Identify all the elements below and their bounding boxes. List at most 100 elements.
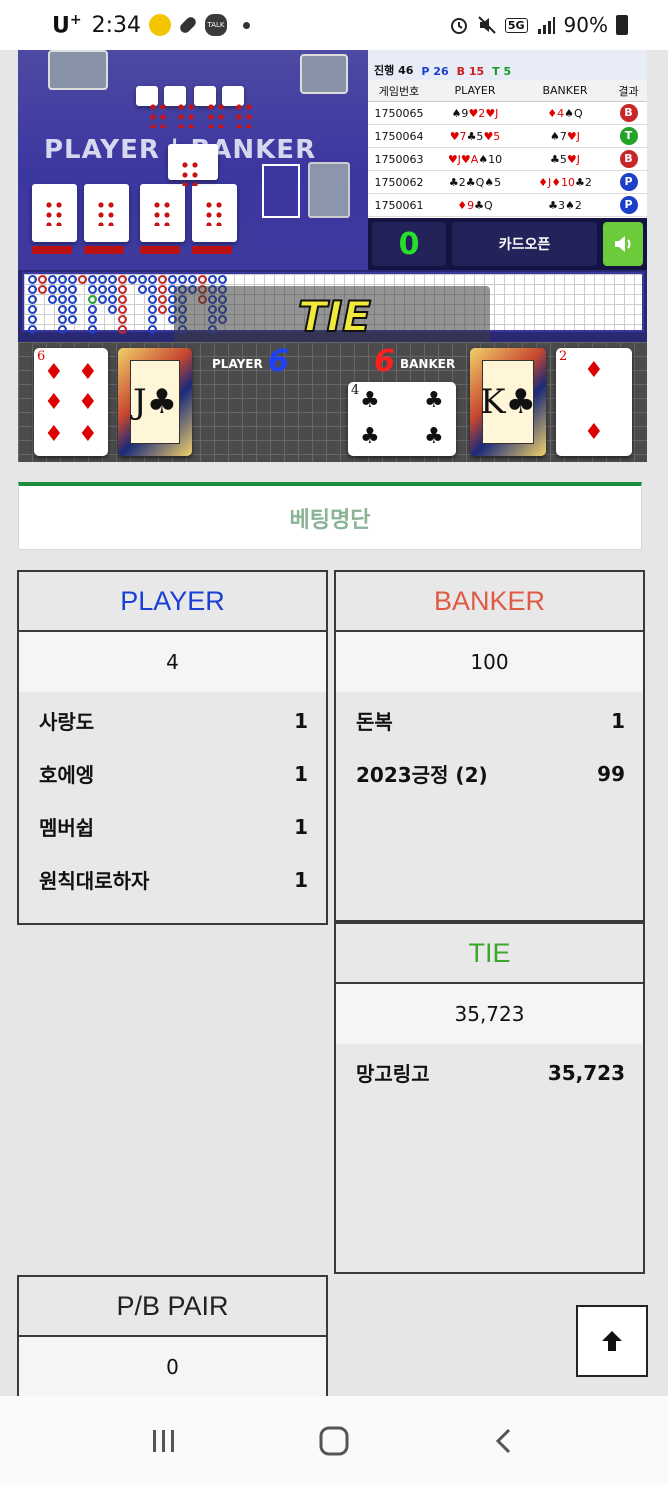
carrier-label: U+ bbox=[52, 11, 82, 39]
overlay-result-text: TIE bbox=[297, 291, 372, 342]
history-player-cards: ♣2♣Q♠5 bbox=[448, 175, 502, 189]
road-bead bbox=[178, 275, 187, 284]
signal-icon bbox=[537, 17, 555, 34]
table-card bbox=[222, 86, 254, 128]
road-bead bbox=[58, 305, 67, 314]
bettor-name: 사랑도 bbox=[39, 710, 95, 734]
banker-total: 100 bbox=[336, 632, 643, 692]
road-bead bbox=[98, 295, 107, 304]
speaker-icon bbox=[615, 236, 631, 252]
history-row: 1750062 ♣2♣Q♠5 ♦J♦10♣2 P bbox=[368, 171, 647, 194]
road-bead bbox=[148, 325, 157, 334]
road-bead bbox=[48, 275, 57, 284]
mute-icon bbox=[478, 16, 496, 34]
road-bead bbox=[118, 295, 127, 304]
road-bead bbox=[98, 275, 107, 284]
card-slot bbox=[32, 246, 72, 254]
home-icon[interactable] bbox=[317, 1424, 351, 1458]
card-slot bbox=[84, 246, 124, 254]
discard-tray bbox=[300, 54, 348, 94]
road-bead bbox=[28, 315, 37, 324]
video-player-card bbox=[32, 184, 77, 242]
road-bead bbox=[68, 295, 77, 304]
banker-win-count: B 15 bbox=[456, 65, 485, 78]
road-bead bbox=[28, 295, 37, 304]
banker-card-1: 4 ♣ ♣ ♣ ♣ bbox=[348, 382, 456, 456]
road-bead bbox=[148, 285, 157, 294]
card-shoe bbox=[48, 50, 108, 90]
bettor-name: 돈복 bbox=[356, 710, 393, 734]
pair-panel-title: P/B PAIR bbox=[19, 1277, 326, 1337]
road-bead bbox=[28, 285, 37, 294]
player-total: 4 bbox=[19, 632, 326, 692]
road-bead bbox=[158, 275, 167, 284]
network-type: 5G bbox=[504, 17, 528, 33]
road-bead bbox=[88, 295, 97, 304]
result-badge: B bbox=[619, 104, 638, 122]
status-bar: U+ 2:34 TALK 5G 90% bbox=[0, 0, 668, 50]
road-bead bbox=[48, 295, 57, 304]
result-badge: B bbox=[619, 150, 638, 168]
bet-row: 멤버쉽 1 bbox=[19, 800, 326, 853]
bet-row: 호에엥 1 bbox=[19, 747, 326, 800]
road-bead bbox=[148, 275, 157, 284]
history-player-cards: ♥7♣5♥5 bbox=[449, 129, 501, 143]
battery-icon bbox=[616, 15, 628, 35]
video-banker-card bbox=[192, 184, 237, 242]
history-banker-cards: ♣3♠2 bbox=[548, 198, 582, 212]
road-bead bbox=[118, 305, 127, 314]
player-bet-list: 사랑도 1 호에엥 1 멤버쉽 1 원칙대로하자 1 bbox=[19, 692, 326, 906]
tie-total: 35,723 bbox=[336, 984, 643, 1044]
banker-card-2: K ♣ bbox=[470, 348, 546, 456]
road-bead bbox=[48, 285, 57, 294]
pair-bets-panel: P/B PAIR 0 bbox=[17, 1275, 328, 1415]
bettor-name: 망고링고 bbox=[356, 1062, 430, 1086]
road-bead bbox=[198, 275, 207, 284]
history-player-cards: ♠9♥2♥J bbox=[451, 106, 499, 120]
history-result-cell: B bbox=[610, 150, 647, 168]
road-bead bbox=[88, 275, 97, 284]
road-bead bbox=[108, 275, 117, 284]
road-bead bbox=[58, 295, 67, 304]
history-col-result: 결과 bbox=[618, 84, 639, 98]
bet-amount: 1 bbox=[294, 761, 308, 786]
banker-score: 6 bbox=[374, 344, 395, 379]
history-game-id: 1750065 bbox=[374, 106, 424, 120]
road-bead bbox=[28, 325, 37, 334]
more-notifications-dot-icon bbox=[243, 21, 251, 29]
history-player-cards: ♥J♥A♠10 bbox=[447, 152, 503, 166]
card-open-button[interactable]: 카드오픈 bbox=[452, 222, 597, 266]
history-result-cell: B bbox=[610, 104, 647, 122]
back-icon[interactable] bbox=[489, 1426, 519, 1456]
road-bead bbox=[188, 275, 197, 284]
history-row: 1750065 ♠9♥2♥J ♦4♠Q B bbox=[368, 102, 647, 125]
road-bead bbox=[58, 315, 67, 324]
player-score: 6 bbox=[268, 344, 289, 379]
scroll-to-top-button[interactable] bbox=[576, 1305, 648, 1377]
game-progress-bar: 진행 46 P 26 B 15 T 5 bbox=[368, 50, 647, 80]
talk-icon: TALK bbox=[205, 14, 228, 36]
arrow-up-icon bbox=[602, 1331, 622, 1351]
history-result-cell: T bbox=[610, 127, 647, 145]
bet-amount: 1 bbox=[294, 708, 308, 733]
bettor-name: 원칙대로하자 bbox=[39, 869, 150, 893]
live-video: PLAYER | BANKER bbox=[18, 50, 368, 270]
road-bead bbox=[168, 275, 177, 284]
road-bead bbox=[148, 305, 157, 314]
road-bead bbox=[38, 285, 47, 294]
road-bead bbox=[148, 315, 157, 324]
player-side-label: PLAYER bbox=[212, 357, 263, 371]
dealt-cards-area: 6 ♦ ♦ ♦ ♦ ♦ ♦ J ♣ PLAYER 6 6 BANKER 4 ♣ ♣… bbox=[18, 342, 647, 462]
history-banker-cards: ♠7♥J bbox=[550, 129, 580, 143]
recent-apps-icon[interactable] bbox=[149, 1426, 179, 1456]
tie-bets-panel: TIE 35,723 망고링고 35,723 bbox=[334, 922, 645, 1274]
player-card-1: 6 ♦ ♦ ♦ ♦ ♦ ♦ bbox=[34, 348, 108, 456]
bettor-name: 멤버쉽 bbox=[39, 816, 95, 840]
road-bead bbox=[108, 285, 117, 294]
sound-toggle-button[interactable] bbox=[603, 222, 643, 266]
history-result-cell: P bbox=[610, 196, 647, 214]
road-bead bbox=[218, 275, 227, 284]
game-view: PLAYER | BANKER 진행 46 P 26 B 15 T 5 게임번호… bbox=[18, 50, 647, 462]
bet-row: 2023긍정 (2) 99 bbox=[336, 747, 643, 800]
video-banker-card bbox=[140, 184, 185, 242]
